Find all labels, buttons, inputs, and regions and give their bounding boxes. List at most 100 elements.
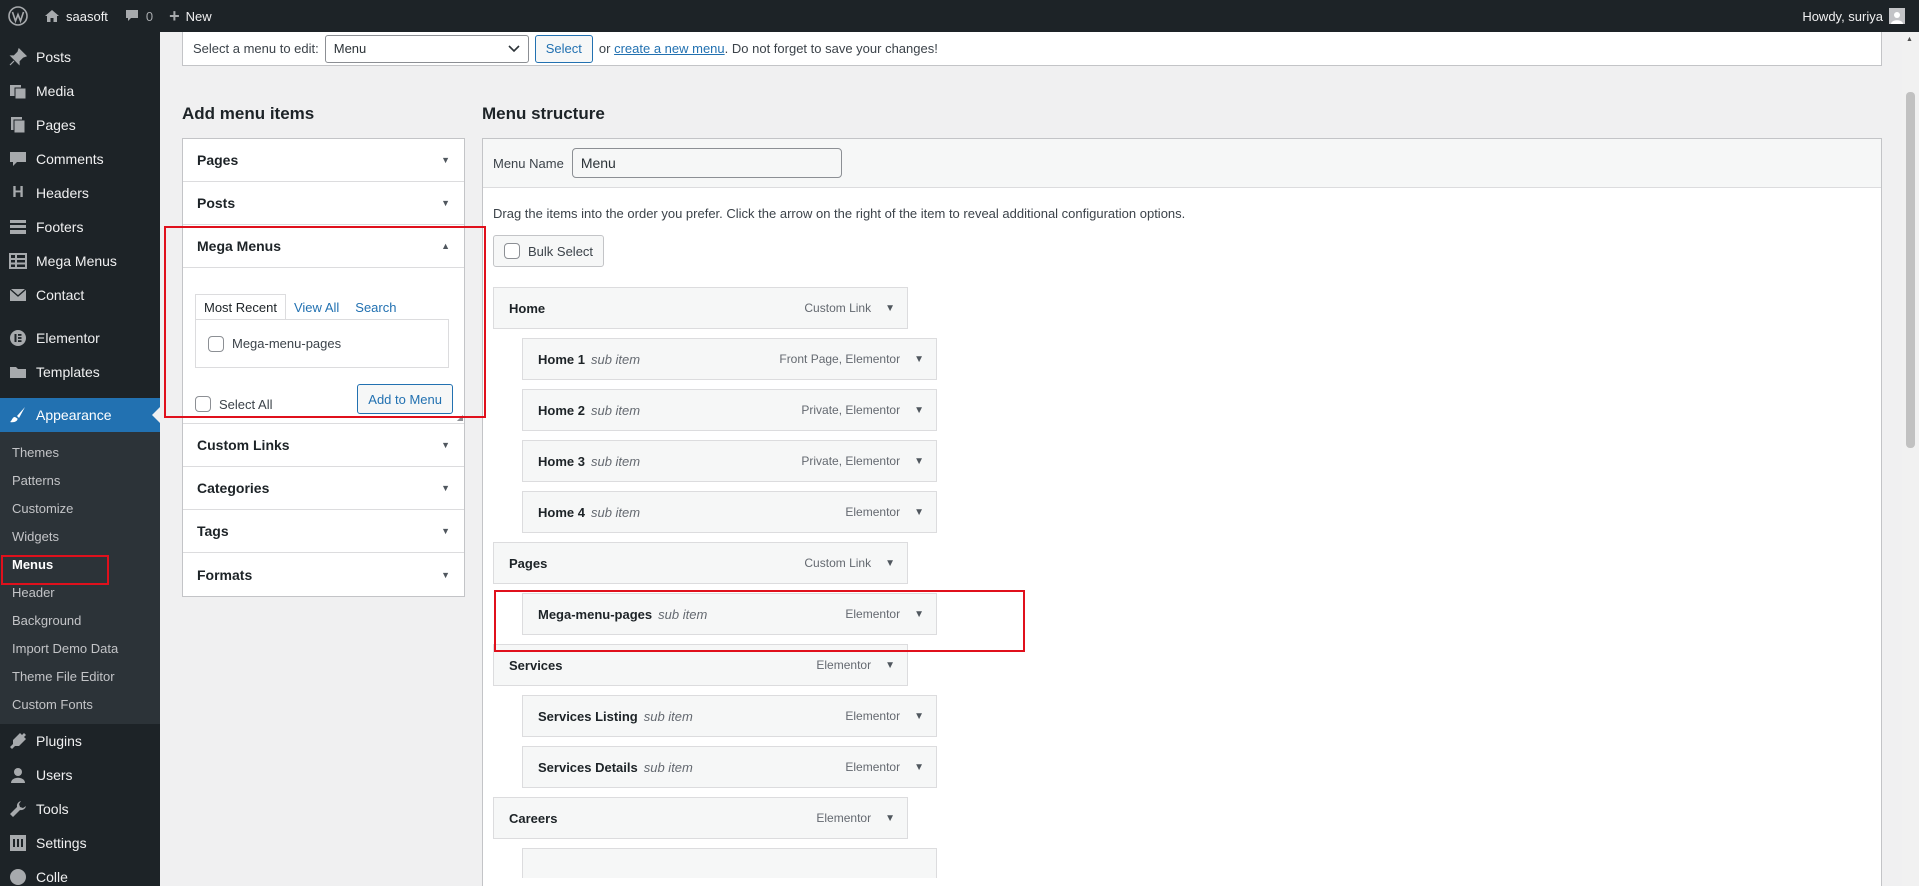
expand-arrow-icon[interactable]: ▼ (885, 303, 895, 314)
add-to-menu-button[interactable]: Add to Menu (357, 384, 453, 414)
menu-item-type: Elementor (816, 811, 872, 825)
menu-select-dropdown[interactable]: Menu (324, 34, 529, 63)
sidebar-item-contact[interactable]: Contact (0, 278, 160, 312)
triangle-down-icon: ▼ (441, 155, 450, 165)
tab-view-all[interactable]: View All (286, 294, 347, 320)
expand-arrow-icon[interactable]: ▼ (914, 354, 924, 365)
my-account[interactable]: Howdy, suriya (1802, 8, 1919, 24)
sidebar-item-label: Appearance (36, 407, 112, 423)
menu-item[interactable]: Services Details sub item Elementor ▼ (522, 746, 937, 788)
sidebar-item-settings[interactable]: Settings (0, 826, 160, 860)
submenu-item-import-demo-data[interactable]: Import Demo Data (0, 634, 160, 662)
accordion-categories[interactable]: Categories ▼ (183, 467, 464, 510)
new-content-link[interactable]: + New (161, 0, 220, 32)
sidebar-item-users[interactable]: Users (0, 758, 160, 792)
menu-name-input[interactable]: Menu (571, 148, 842, 178)
expand-arrow-icon[interactable]: ▼ (914, 405, 924, 416)
most-recent-list: Mega-menu-pages (195, 319, 449, 368)
menu-item[interactable]: Pages Custom Link ▼ (493, 542, 908, 584)
mail-icon (8, 285, 28, 305)
menu-item[interactable]: Home Custom Link ▼ (493, 287, 908, 329)
media-icon (8, 81, 28, 101)
menu-item-type: Elementor (845, 709, 901, 723)
menu-item-type: Front Page, Elementor (779, 352, 901, 366)
sidebar-item-collapse[interactable]: Colle (0, 860, 160, 886)
wordpress-logo[interactable] (0, 0, 36, 32)
sidebar-item-footers[interactable]: Footers (0, 210, 160, 244)
select-all-checkbox[interactable] (195, 396, 211, 412)
site-name: saasoft (66, 8, 108, 24)
sidebar-item-media[interactable]: Media (0, 74, 160, 108)
submenu-item-theme-file-editor[interactable]: Theme File Editor (0, 662, 160, 690)
menu-item[interactable]: Careers Elementor ▼ (493, 797, 908, 839)
sidebar-item-appearance[interactable]: Appearance (0, 398, 160, 432)
site-name-link[interactable]: saasoft (36, 0, 116, 32)
comments-link[interactable]: 0 (116, 0, 161, 32)
menu-item-type: Custom Link (804, 301, 872, 315)
menu-item[interactable]: Home 2 sub item Private, Elementor ▼ (522, 389, 937, 431)
menu-item-type: Private, Elementor (801, 454, 901, 468)
bulk-select-checkbox[interactable] (504, 243, 520, 259)
submenu-item-menus[interactable]: Menus (0, 550, 160, 578)
menu-item-subtitle: sub item (643, 759, 693, 775)
submenu-item-customize[interactable]: Customize (0, 494, 160, 522)
sidebar-item-label: Media (36, 83, 75, 99)
sidebar-item-plugins[interactable]: Plugins (0, 724, 160, 758)
page-scrollbar[interactable]: ▲ (1902, 32, 1919, 886)
submenu-item-custom-fonts[interactable]: Custom Fonts (0, 690, 160, 718)
sidebar-item-tools[interactable]: Tools (0, 792, 160, 826)
expand-arrow-icon[interactable]: ▼ (885, 813, 895, 824)
submenu-item-widgets[interactable]: Widgets (0, 522, 160, 550)
accordion-title: Tags (197, 523, 229, 539)
collapse-icon (8, 867, 28, 886)
create-new-menu-link[interactable]: create a new menu (614, 41, 725, 56)
sidebar-item-elementor[interactable]: Elementor (0, 321, 160, 355)
tab-most-recent[interactable]: Most Recent (195, 294, 286, 320)
accordion-tags[interactable]: Tags ▼ (183, 510, 464, 553)
expand-arrow-icon[interactable]: ▼ (914, 711, 924, 722)
scroll-up-icon[interactable]: ▲ (1906, 36, 1913, 43)
sidebar-item-posts[interactable]: Posts (0, 40, 160, 74)
submenu-item-themes[interactable]: Themes (0, 438, 160, 466)
accordion-formats[interactable]: Formats ▼ (183, 553, 464, 596)
expand-arrow-icon[interactable]: ▼ (914, 456, 924, 467)
resize-handle-icon[interactable]: ◢ (457, 413, 463, 422)
menu-item[interactable]: Home 4 sub item Elementor ▼ (522, 491, 937, 533)
sidebar-item-headers[interactable]: H Headers (0, 176, 160, 210)
accordion-pages[interactable]: Pages ▼ (183, 139, 464, 182)
menu-item[interactable]: Mega-menu-pages sub item Elementor ▼ (522, 593, 937, 635)
mega-menu-pages-checkbox[interactable] (208, 335, 224, 352)
tab-search[interactable]: Search (347, 294, 404, 320)
accordion-title: Pages (197, 152, 239, 168)
submenu-item-header[interactable]: Header (0, 578, 160, 606)
menu-item[interactable]: Services Listing sub item Elementor ▼ (522, 695, 937, 737)
submenu-item-patterns[interactable]: Patterns (0, 466, 160, 494)
sidebar-item-comments[interactable]: Comments (0, 142, 160, 176)
admin-sidebar: Posts Media Pages Comments H Headers Foot… (0, 32, 160, 886)
menu-item-partial[interactable] (522, 848, 937, 878)
sidebar-item-label: Templates (36, 364, 100, 380)
sidebar-item-mega-menus[interactable]: Mega Menus (0, 244, 160, 278)
select-all[interactable]: Select All (195, 396, 272, 412)
menu-item[interactable]: Home 3 sub item Private, Elementor ▼ (522, 440, 937, 482)
bulk-select-button[interactable]: Bulk Select (493, 235, 605, 267)
menu-item[interactable]: Services Elementor ▼ (493, 644, 908, 686)
sidebar-item-pages[interactable]: Pages (0, 108, 160, 142)
accordion-mega-menus[interactable]: Mega Menus ▲ (183, 225, 464, 268)
menu-item-subtitle: sub item (590, 504, 641, 520)
expand-arrow-icon[interactable]: ▼ (885, 558, 895, 569)
menu-item-title: Services Details (538, 759, 638, 775)
menu-item[interactable]: Home 1 sub item Front Page, Elementor ▼ (522, 338, 937, 380)
sidebar-item-templates[interactable]: Templates (0, 355, 160, 389)
add-menu-items-accordion: Pages ▼ Posts ▼ Mega Menus ▲ Most Recent Vi… (182, 138, 465, 597)
scrollbar-thumb[interactable] (1906, 92, 1915, 448)
select-menu-button[interactable]: Select (534, 34, 593, 63)
plugin-icon (8, 731, 28, 751)
expand-arrow-icon[interactable]: ▼ (914, 507, 924, 518)
accordion-posts[interactable]: Posts ▼ (183, 182, 464, 225)
submenu-item-background[interactable]: Background (0, 606, 160, 634)
expand-arrow-icon[interactable]: ▼ (885, 660, 895, 671)
expand-arrow-icon[interactable]: ▼ (914, 609, 924, 620)
accordion-custom-links[interactable]: Custom Links ▼ (183, 424, 464, 467)
expand-arrow-icon[interactable]: ▼ (914, 762, 924, 773)
